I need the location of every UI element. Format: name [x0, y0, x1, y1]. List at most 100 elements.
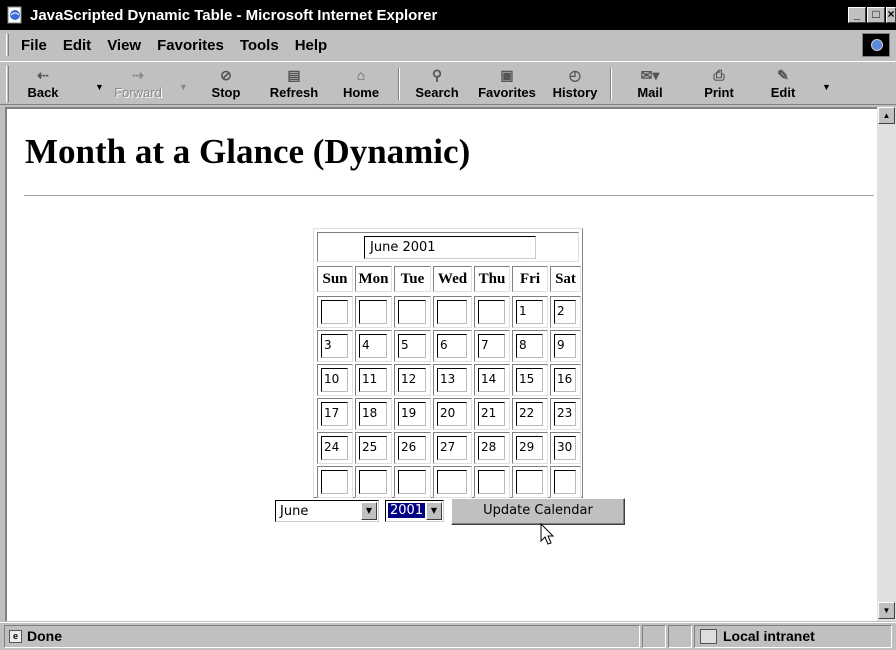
home-button[interactable]: ⌂ Home: [336, 64, 386, 104]
vertical-scrollbar[interactable]: ▲ ▼: [877, 107, 896, 621]
day-field[interactable]: [437, 470, 467, 494]
day-name-header: Wed: [433, 266, 472, 292]
day-field[interactable]: [398, 470, 426, 494]
ie-throbber-icon: [862, 33, 890, 57]
edit-button[interactable]: ✎ Edit: [760, 64, 806, 104]
day-field[interactable]: 25: [359, 436, 387, 460]
favorites-button[interactable]: ▣ Favorites: [472, 64, 542, 104]
day-field[interactable]: 23: [554, 402, 576, 426]
day-field[interactable]: [359, 470, 387, 494]
day-field[interactable]: 20: [437, 402, 467, 426]
calendar-cell: 12: [394, 364, 431, 396]
close-icon[interactable]: ×: [886, 7, 896, 23]
forward-button[interactable]: ⇢ Forward: [108, 64, 168, 104]
toolbar-separator: [398, 68, 400, 100]
mail-button[interactable]: ✉▾ Mail: [620, 64, 680, 104]
menu-edit[interactable]: Edit: [55, 37, 99, 54]
day-field[interactable]: 11: [359, 368, 387, 392]
day-name-header: Thu: [474, 266, 510, 292]
chevron-down-icon[interactable]: ▼: [426, 502, 442, 520]
day-field[interactable]: 3: [321, 334, 348, 358]
day-field[interactable]: [437, 300, 467, 324]
title-bar: JavaScripted Dynamic Table - Microsoft I…: [0, 0, 896, 30]
day-field[interactable]: 6: [437, 334, 467, 358]
menu-tools[interactable]: Tools: [232, 37, 287, 54]
calendar-cell: 4: [355, 330, 392, 362]
scroll-up-icon[interactable]: ▲: [878, 107, 895, 124]
page-done-icon: e: [9, 630, 22, 643]
day-field[interactable]: 17: [321, 402, 348, 426]
stop-button[interactable]: ⊘ Stop: [204, 64, 248, 104]
day-field[interactable]: 4: [359, 334, 387, 358]
day-field[interactable]: 28: [478, 436, 505, 460]
day-field[interactable]: [554, 470, 576, 494]
edit-dropdown-icon[interactable]: ▼: [822, 82, 831, 92]
calendar-cell: [474, 296, 510, 328]
menu-help[interactable]: Help: [287, 37, 336, 54]
day-field[interactable]: 27: [437, 436, 467, 460]
scroll-down-icon[interactable]: ▼: [878, 602, 895, 619]
day-field[interactable]: [398, 300, 426, 324]
search-button[interactable]: ⚲ Search: [408, 64, 466, 104]
day-field[interactable]: [478, 300, 505, 324]
toolbar-grip[interactable]: [6, 66, 9, 102]
day-field[interactable]: [321, 300, 348, 324]
day-field[interactable]: 16: [554, 368, 576, 392]
back-dropdown-icon[interactable]: ▼: [95, 82, 104, 92]
print-button[interactable]: ⎙ Print: [694, 64, 744, 104]
chevron-down-icon[interactable]: ▼: [361, 502, 377, 520]
day-field[interactable]: 1: [516, 300, 543, 324]
day-field[interactable]: [321, 470, 348, 494]
day-field[interactable]: 18: [359, 402, 387, 426]
calendar-cell: 19: [394, 398, 431, 430]
calendar-cell: 28: [474, 432, 510, 464]
calendar-cell: 26: [394, 432, 431, 464]
stop-icon: ⊘: [220, 67, 232, 83]
day-field[interactable]: [516, 470, 543, 494]
day-field[interactable]: 26: [398, 436, 426, 460]
year-select[interactable]: 2001 ▼: [385, 500, 444, 522]
day-field[interactable]: 15: [516, 368, 543, 392]
history-button[interactable]: ◴ History: [546, 64, 604, 104]
day-field[interactable]: 30: [554, 436, 576, 460]
back-button[interactable]: ⇠ Back: [18, 64, 68, 104]
refresh-button[interactable]: ▤ Refresh: [264, 64, 324, 104]
day-field[interactable]: 5: [398, 334, 426, 358]
day-field[interactable]: 24: [321, 436, 348, 460]
menu-view[interactable]: View: [99, 37, 149, 54]
day-field[interactable]: 2: [554, 300, 576, 324]
day-field[interactable]: 7: [478, 334, 505, 358]
day-field[interactable]: [359, 300, 387, 324]
month-year-field[interactable]: June 2001: [364, 236, 536, 259]
horizontal-rule: [24, 195, 874, 197]
day-field[interactable]: 14: [478, 368, 505, 392]
day-field[interactable]: 29: [516, 436, 543, 460]
day-name-header: Sat: [550, 266, 581, 292]
calendar-cell: [550, 466, 581, 498]
calendar-cell: 6: [433, 330, 472, 362]
update-calendar-button[interactable]: Update Calendar: [451, 498, 625, 525]
calendar-cell: 30: [550, 432, 581, 464]
day-field[interactable]: 22: [516, 402, 543, 426]
forward-dropdown-icon[interactable]: ▼: [179, 82, 188, 92]
calendar-cell: 11: [355, 364, 392, 396]
day-field[interactable]: 13: [437, 368, 467, 392]
calendar-cell: 24: [317, 432, 353, 464]
maximize-icon[interactable]: □: [867, 7, 885, 23]
minimize-icon[interactable]: _: [848, 7, 866, 23]
day-field[interactable]: 8: [516, 334, 543, 358]
month-select[interactable]: June ▼: [275, 500, 379, 522]
day-field[interactable]: 12: [398, 368, 426, 392]
menu-file[interactable]: File: [9, 37, 55, 54]
calendar-cell: 7: [474, 330, 510, 362]
calendar-cell: 27: [433, 432, 472, 464]
day-field[interactable]: [478, 470, 505, 494]
calendar-cell: 10: [317, 364, 353, 396]
day-field[interactable]: 19: [398, 402, 426, 426]
day-field[interactable]: 21: [478, 402, 505, 426]
ie-page-icon: [7, 6, 22, 24]
window-title: JavaScripted Dynamic Table - Microsoft I…: [30, 6, 438, 24]
day-field[interactable]: 10: [321, 368, 348, 392]
menu-favorites[interactable]: Favorites: [149, 37, 232, 54]
day-field[interactable]: 9: [554, 334, 576, 358]
